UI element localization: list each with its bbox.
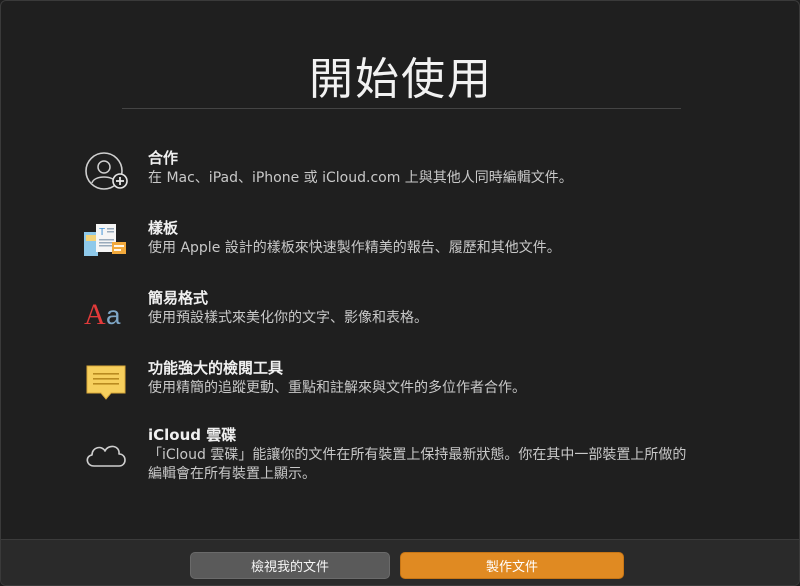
comment-icon — [81, 359, 131, 405]
feature-description: 使用 Apple 設計的樣板來快速製作精美的報告、履歷和其他文件。 — [148, 240, 561, 256]
feature-title: 功能強大的檢閱工具 — [148, 359, 284, 377]
feature-title: 合作 — [148, 149, 179, 167]
feature-description: 在 Mac、iPad、iPhone 或 iCloud.com 上與其他人同時編輯… — [148, 170, 573, 186]
templates-icon: T — [81, 219, 131, 265]
svg-text:A: A — [84, 298, 106, 331]
feature-title: 樣板 — [148, 219, 179, 237]
feature-description: 使用預設樣式來美化你的文字、影像和表格。 — [148, 310, 428, 326]
feature-templates: T 樣板 使用 Apple 設計的樣板來快速製作精美的報告、履歷和其他文件。 — [81, 219, 721, 265]
feature-icloud: iCloud 雲碟 「iCloud 雲碟」能讓你的文件在所有裝置上保持最新狀態。… — [81, 426, 721, 484]
feature-title: 簡易格式 — [148, 289, 209, 307]
feature-description: 使用精簡的追蹤更動、重點和註解來與文件的多位作者合作。 — [148, 380, 526, 396]
feature-collaboration: 合作 在 Mac、iPad、iPhone 或 iCloud.com 上與其他人同… — [81, 149, 721, 195]
svg-text:T: T — [99, 227, 105, 238]
feature-review: 功能強大的檢閱工具 使用精簡的追蹤更動、重點和註解來與文件的多位作者合作。 — [81, 359, 721, 405]
feature-description: 「iCloud 雲碟」能讓你的文件在所有裝置上保持最新狀態。你在其中一部裝置上所… — [148, 447, 687, 482]
feature-title: iCloud 雲碟 — [148, 426, 237, 444]
feature-styles: A a 簡易格式 使用預設樣式來美化你的文字、影像和表格。 — [81, 289, 721, 335]
collaboration-icon — [81, 149, 131, 195]
view-my-documents-button[interactable]: 檢視我的文件 — [190, 552, 390, 579]
create-document-button[interactable]: 製作文件 — [400, 552, 624, 579]
svg-text:a: a — [106, 300, 121, 330]
footer-bar: 檢視我的文件 製作文件 — [1, 539, 799, 585]
styles-icon: A a — [81, 289, 131, 335]
welcome-window: 開始使用 合作 在 Mac、iPad、iPhone 或 iCloud.com 上… — [0, 0, 800, 586]
icloud-icon — [81, 426, 131, 482]
title-divider — [122, 108, 681, 109]
page-title: 開始使用 — [309, 54, 493, 105]
